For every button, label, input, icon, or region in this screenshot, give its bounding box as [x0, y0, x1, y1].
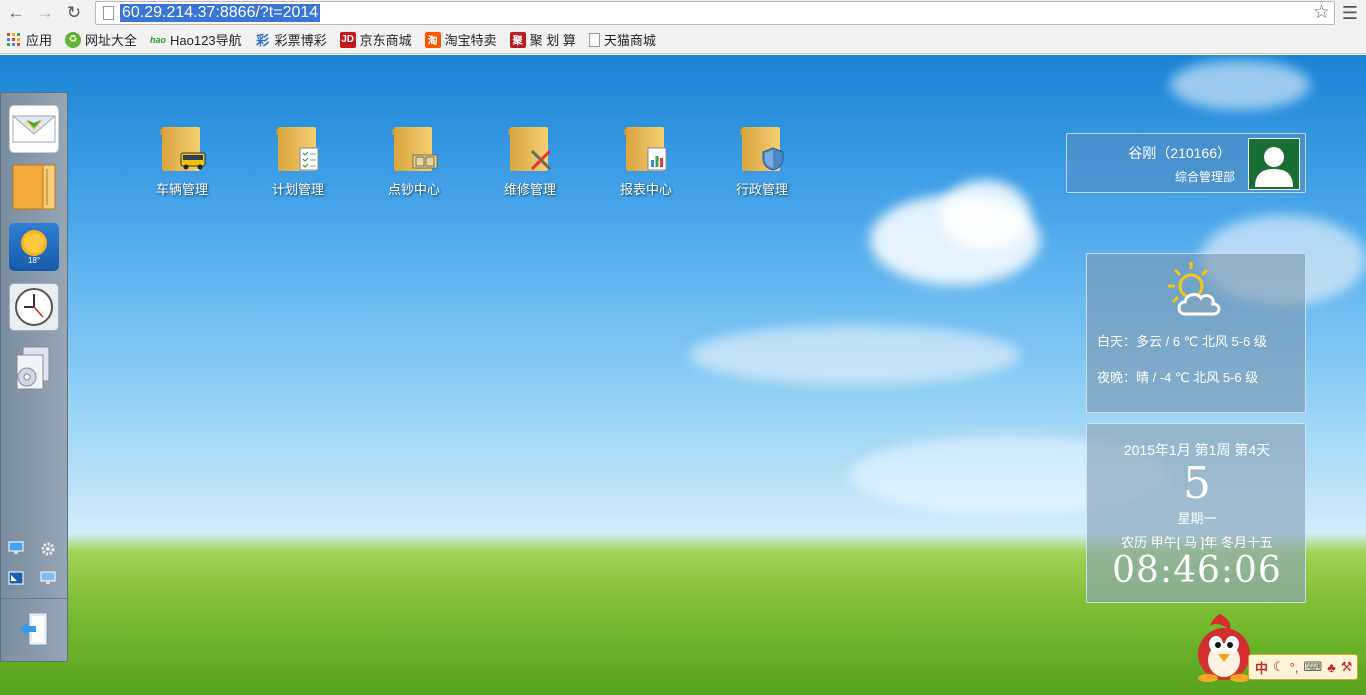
chart-doc-icon: [644, 147, 670, 171]
desktop-icon-admin[interactable]: 行政管理: [717, 127, 807, 197]
clock-app-icon[interactable]: [9, 283, 59, 331]
skin-icon[interactable]: ♣: [1327, 660, 1336, 675]
app-label: 车辆管理: [155, 182, 208, 197]
menu-icon[interactable]: ☰: [1342, 3, 1358, 23]
desktop-icon-cash[interactable]: 点钞中心: [369, 127, 459, 197]
dock-divider: [1, 598, 67, 599]
keyboard-icon[interactable]: ⌨: [1303, 659, 1322, 675]
weather-day: 白天：多云 / 6 ℃ 北风 5-6 级: [1097, 334, 1267, 349]
bookmark-label: 应用: [26, 33, 53, 48]
bookmark-label: 京东商城: [359, 33, 412, 48]
punctuation-icon[interactable]: °,: [1290, 660, 1299, 675]
page-icon: [588, 32, 600, 47]
moon-icon[interactable]: ☾: [1273, 659, 1285, 675]
cash-folder-icon: [392, 127, 438, 173]
app-label: 报表中心: [619, 182, 672, 197]
dock: 18°: [0, 92, 68, 662]
weather-night: 夜晚：晴 / -4 ℃ 北风 5-6 级: [1097, 370, 1259, 385]
bookmark-label: 淘宝特卖: [444, 33, 497, 48]
admin-folder-icon: [740, 127, 784, 173]
clock-time: 08:46:06: [1112, 550, 1282, 591]
desktop: 18° 车辆管理 计划管理 点钞中心 维修管理 报表中心 行政管理 谷刚（210…: [0, 55, 1366, 695]
user-department: 综合管理部: [1174, 170, 1235, 184]
reload-icon[interactable]: ↻: [64, 3, 84, 23]
ime-mode[interactable]: 中: [1255, 658, 1268, 677]
weather-app-icon[interactable]: 18°: [9, 223, 59, 271]
avatar[interactable]: [1248, 138, 1300, 190]
user-name: 谷刚（210166）: [1128, 145, 1231, 161]
bookmark-star-icon[interactable]: ☆: [1313, 2, 1330, 24]
bookmark-lottery[interactable]: 彩 彩票博彩: [255, 30, 327, 49]
app-label: 点钞中心: [387, 182, 440, 197]
bus-icon: [180, 147, 206, 171]
plan-folder-icon: [276, 127, 319, 173]
wrench-icon[interactable]: ⚒: [1341, 659, 1353, 675]
taobao-icon: 淘: [424, 31, 441, 48]
calendar-lunar: 农历 甲午[ 马 ]年 冬月十五: [1121, 535, 1273, 550]
desktop-icon-repair[interactable]: 维修管理: [485, 127, 575, 197]
calendar-day: 5: [1183, 458, 1211, 509]
cloud: [690, 325, 1020, 385]
bookmark-wangzhi[interactable]: ♻ 网址大全: [65, 30, 137, 49]
app-label: 行政管理: [735, 182, 788, 197]
hao123-icon: hao: [150, 34, 167, 45]
partly-cloudy-icon: [1165, 260, 1227, 320]
window-icon[interactable]: [8, 571, 24, 585]
ime-toolbar[interactable]: 中 ☾ °, ⌨ ♣ ⚒: [1190, 610, 1360, 685]
bookmark-label: Hao123导航: [170, 33, 242, 48]
money-icon: [412, 147, 438, 171]
bookmark-juhuasuan[interactable]: 聚 聚 划 算: [509, 30, 576, 49]
monitor-icon[interactable]: [8, 541, 24, 555]
cloud: [1170, 60, 1310, 110]
notebook-app-icon[interactable]: [9, 163, 59, 211]
checklist-icon: [296, 147, 322, 171]
app-label: 计划管理: [271, 182, 324, 197]
user-card[interactable]: 谷刚（210166） 综合管理部: [1066, 133, 1306, 193]
mail-app-icon[interactable]: [9, 105, 59, 153]
bookmark-label: 聚 划 算: [529, 33, 576, 48]
address-bar[interactable]: 60.29.214.37:8866/?t=2014 ☆: [95, 1, 1335, 25]
calendar-header: 2015年1月 第1周 第4天: [1123, 442, 1271, 458]
cloud: [940, 180, 1030, 250]
sun-temp-label: 18°: [27, 256, 41, 265]
ime-status-bar[interactable]: 中 ☾ °, ⌨ ♣ ⚒: [1248, 654, 1358, 680]
bookmark-tmall[interactable]: 天猫商城: [588, 30, 656, 49]
bookmark-hao123[interactable]: hao Hao123导航: [150, 30, 242, 49]
bookmark-taobao[interactable]: 淘 淘宝特卖: [424, 30, 497, 49]
juhuasuan-icon: 聚: [509, 31, 526, 48]
bookmarks-bar: 应用 ♻ 网址大全 hao Hao123导航 彩 彩票博彩 JD 京东商城 淘 …: [0, 26, 1366, 54]
calendar-clock-widget: 2015年1月 第1周 第4天 5 星期一 农历 甲午[ 马 ]年 冬月十五 0…: [1086, 423, 1306, 603]
vehicle-folder-icon: [160, 127, 206, 173]
jd-icon: JD: [339, 31, 356, 48]
bookmark-apps[interactable]: 应用: [6, 30, 52, 49]
bookmark-label: 彩票博彩: [274, 33, 327, 48]
url-text[interactable]: 60.29.214.37:8866/?t=2014: [120, 4, 321, 22]
lottery-icon: 彩: [256, 33, 270, 48]
back-arrow-icon[interactable]: ←: [6, 3, 26, 23]
bookmark-label: 天猫商城: [603, 33, 656, 48]
repair-folder-icon: [508, 127, 552, 173]
bookmark-label: 网址大全: [85, 33, 138, 48]
report-folder-icon: [624, 127, 667, 173]
desktop-icon-vehicle[interactable]: 车辆管理: [137, 127, 227, 197]
page-icon: [103, 6, 114, 20]
forward-arrow-icon[interactable]: →: [35, 3, 55, 23]
apps-grid-icon: [6, 32, 22, 48]
desktop-icon-plan[interactable]: 计划管理: [253, 127, 343, 197]
360-icon: ♻: [65, 31, 82, 48]
desktop-icon-report[interactable]: 报表中心: [601, 127, 691, 197]
bookmark-jd[interactable]: JD 京东商城: [339, 30, 412, 49]
browser-toolbar: ← → ↻ 60.29.214.37:8866/?t=2014 ☆ ☰: [0, 0, 1366, 26]
calendar-weekday: 星期一: [1177, 511, 1217, 526]
software-box-icon[interactable]: [9, 345, 59, 393]
weather-widget: 白天：多云 / 6 ℃ 北风 5-6 级 夜晚：晴 / -4 ℃ 北风 5-6 …: [1086, 253, 1306, 413]
desktop-icon[interactable]: [40, 571, 56, 585]
user-silhouette-icon: [1255, 147, 1293, 187]
gear-icon[interactable]: [40, 541, 56, 556]
tools-icon: [528, 147, 554, 171]
app-label: 维修管理: [503, 182, 556, 197]
exit-button[interactable]: [17, 611, 51, 647]
shield-icon: [760, 147, 786, 171]
